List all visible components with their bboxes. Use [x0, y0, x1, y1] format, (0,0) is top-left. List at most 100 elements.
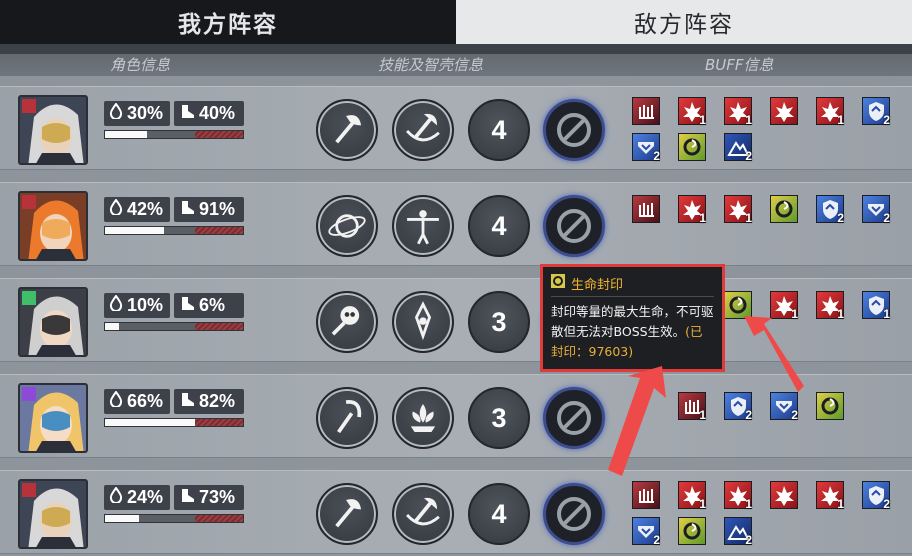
shield-percent: 30%	[127, 103, 164, 123]
buff-slot[interactable]: 2	[632, 133, 660, 163]
buff-slot[interactable]	[770, 195, 798, 223]
buff-slot[interactable]	[678, 133, 706, 161]
buff-slot[interactable]: 1	[678, 97, 706, 127]
buff-stack-count: 2	[745, 408, 752, 422]
health-bar-sealed	[195, 227, 243, 234]
skill-button[interactable]	[392, 387, 454, 449]
hp-icon	[639, 105, 654, 119]
planet-icon	[328, 214, 366, 238]
buff-slot[interactable]: 1	[678, 392, 706, 422]
hp-stat: 6%	[174, 293, 244, 318]
character-stats: 30% 40%	[104, 101, 244, 139]
character-row: 66% 82% 3 1 2 2	[0, 374, 912, 458]
buff-slot[interactable]: 2	[770, 392, 798, 422]
hp-percent: 40%	[199, 103, 236, 123]
buff-slot[interactable]: 2	[862, 97, 890, 127]
buff-slot[interactable]: 1	[862, 291, 890, 321]
swirl-icon	[683, 138, 701, 156]
droplet-icon	[109, 486, 123, 508]
tab-our-lineup[interactable]: 我方阵容	[0, 0, 456, 44]
shell-slot-empty[interactable]	[543, 99, 605, 161]
buff-stack-count: 1	[837, 113, 844, 127]
buff-slot[interactable]: 2	[862, 195, 890, 225]
shell-slot-empty[interactable]	[543, 483, 605, 545]
buff-stack-count: 2	[883, 211, 890, 225]
skill-button[interactable]	[392, 483, 454, 545]
prohibited-icon	[557, 113, 591, 147]
swirl-icon	[729, 296, 747, 314]
shell-slot-empty[interactable]	[543, 195, 605, 257]
axe-icon	[335, 499, 362, 528]
buff-slot[interactable]: 2	[816, 195, 844, 225]
buff-slot[interactable]: 2	[724, 133, 752, 163]
hp-percent: 73%	[199, 487, 236, 507]
health-bar-sealed	[195, 131, 243, 138]
axe-spin-icon	[406, 113, 440, 142]
buff-slot[interactable]	[770, 97, 798, 125]
prohibited-icon	[557, 209, 591, 243]
buff-slot[interactable]: 2	[862, 481, 890, 511]
skill-button[interactable]	[392, 291, 454, 353]
buff-slot[interactable]: 1	[816, 97, 844, 127]
rune-icon	[414, 301, 432, 341]
prohibited-icon	[557, 497, 591, 531]
character-row: 24% 73% 4 1 1 1 2 2 2	[0, 470, 912, 554]
character-portrait[interactable]	[18, 287, 88, 357]
shell-slot-empty[interactable]	[543, 387, 605, 449]
character-portrait[interactable]	[18, 191, 88, 261]
skill-count: 4	[468, 195, 530, 257]
tooltip-description: 封印等量的最大生命，不可驱散但无法对BOSS生效。(已封印：97603)	[551, 302, 714, 362]
axe-spin-icon	[406, 497, 440, 526]
buff-slot[interactable]: 2	[724, 392, 752, 422]
character-portrait[interactable]	[18, 479, 88, 549]
prohibited-icon	[557, 401, 591, 435]
buff-slot[interactable]: 1	[816, 481, 844, 511]
buff-slot[interactable]: 2	[724, 517, 752, 547]
health-bar-fill	[105, 227, 164, 234]
buff-slot[interactable]	[770, 481, 798, 509]
skill-button[interactable]	[316, 99, 378, 161]
skill-button[interactable]	[392, 195, 454, 257]
buff-slot[interactable]: 1	[724, 97, 752, 127]
buff-slot[interactable]: 1	[816, 291, 844, 321]
health-bar-sealed	[195, 419, 243, 426]
staff-icon	[337, 400, 362, 434]
buff-slot[interactable]: 2	[632, 517, 660, 547]
skill-button[interactable]	[392, 99, 454, 161]
buff-slot[interactable]: 1	[678, 195, 706, 225]
buff-slot[interactable]	[632, 195, 660, 223]
buff-slot[interactable]: 1	[724, 195, 752, 225]
header-skill-info: 技能及智壳信息	[378, 56, 484, 74]
swirl-icon	[551, 274, 565, 292]
buff-stack-count: 1	[837, 307, 844, 321]
skill-button[interactable]	[316, 195, 378, 257]
explosion-icon	[775, 486, 794, 506]
buff-slot[interactable]: 1	[770, 291, 798, 321]
skill-button[interactable]	[316, 291, 378, 353]
buff-slot[interactable]	[632, 481, 660, 509]
health-bar-fill	[105, 131, 147, 138]
hp-icon	[639, 489, 654, 503]
character-row: 30% 40% 4 1 1 1 2 2 2	[0, 86, 912, 170]
header-buff-info: BUFF信息	[705, 56, 774, 74]
buff-slot[interactable]	[816, 392, 844, 420]
skill-button[interactable]	[316, 387, 378, 449]
character-portrait[interactable]	[18, 383, 88, 453]
buff-stack-count: 1	[791, 307, 798, 321]
buff-slot[interactable]: 1	[678, 481, 706, 511]
tab-enemy-lineup[interactable]: 敌方阵容	[456, 0, 912, 44]
health-bar-fill	[105, 323, 119, 330]
shield-stat: 30%	[104, 101, 170, 126]
character-stats: 24% 73%	[104, 485, 244, 523]
character-portrait[interactable]	[18, 95, 88, 165]
droplet-icon	[109, 102, 123, 124]
health-bar-fill	[105, 419, 197, 426]
shield-stat: 10%	[104, 293, 170, 318]
buff-slot[interactable]	[678, 517, 706, 545]
buff-slot[interactable]	[724, 291, 752, 319]
health-bar	[104, 514, 244, 523]
health-bar-fill	[105, 515, 139, 522]
skill-button[interactable]	[316, 483, 378, 545]
buff-slot[interactable]	[632, 97, 660, 125]
buff-slot[interactable]: 1	[724, 481, 752, 511]
